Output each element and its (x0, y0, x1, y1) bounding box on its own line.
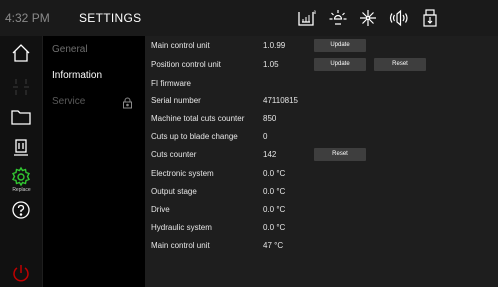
row-label: Serial number (151, 96, 201, 105)
info-row-electronic-system: Electronic system 0.0 °C (151, 166, 491, 182)
reset-cuts-counter-button[interactable]: Reset (314, 148, 366, 161)
row-value: 0.0 °C (263, 223, 286, 232)
usb-drive-icon[interactable] (420, 8, 440, 28)
row-label: Electronic system (151, 169, 214, 178)
row-value: 47 °C (263, 241, 284, 250)
sparkle-icon[interactable] (358, 8, 378, 28)
help-icon[interactable] (10, 199, 32, 221)
cut-mode-icon[interactable] (10, 76, 32, 98)
info-row-serial-number: Serial number 47110815 (151, 93, 491, 109)
settings-gear-icon[interactable] (10, 166, 32, 188)
info-row-output-stage: Output stage 0.0 °C (151, 184, 491, 200)
info-row-cuts-to-blade-change: Cuts up to blade change 0 (151, 129, 491, 145)
update-main-control-button[interactable]: Update (314, 39, 366, 52)
row-label: Position control unit (151, 60, 221, 69)
level-icon[interactable]: 8 (297, 8, 317, 28)
info-row-cuts-counter: Cuts counter 142 Reset (151, 147, 491, 163)
page-title: SETTINGS (79, 11, 142, 25)
settings-submenu: General Information Service (43, 36, 145, 287)
nav-rail: Replace (0, 36, 43, 287)
clock: 4:32 PM (5, 11, 50, 25)
lock-icon (122, 96, 133, 109)
svg-text:8: 8 (314, 10, 317, 15)
row-value: 142 (263, 150, 277, 159)
update-position-control-button[interactable]: Update (314, 58, 366, 71)
row-value: 0.0 °C (263, 205, 286, 214)
info-row-main-control-unit: Main control unit 1.0.99 Update (151, 38, 491, 54)
row-label: FI firmware (151, 79, 191, 88)
row-value: 1.05 (263, 60, 279, 69)
row-value: 47110815 (263, 96, 298, 105)
row-value: 0.0 °C (263, 187, 286, 196)
row-value: 0.0 °C (263, 169, 286, 178)
row-label: Drive (151, 205, 170, 214)
blade-replace-icon[interactable] (10, 138, 32, 160)
row-label: Cuts counter (151, 150, 197, 159)
row-label: Hydraulic system (151, 223, 212, 232)
submenu-item-general[interactable]: General (52, 44, 88, 55)
info-row-machine-total-cuts: Machine total cuts counter 850 (151, 111, 491, 127)
info-row-main-control-unit-temp: Main control unit 47 °C (151, 238, 491, 254)
row-label: Machine total cuts counter (151, 114, 245, 123)
row-value: 0 (263, 132, 268, 141)
submenu-item-information[interactable]: Information (52, 70, 102, 81)
row-value: 1.0.99 (263, 41, 286, 50)
volume-icon[interactable] (389, 8, 409, 28)
row-label: Cuts up to blade change (151, 132, 238, 141)
row-label: Main control unit (151, 41, 210, 50)
home-icon[interactable] (10, 42, 32, 64)
brightness-icon[interactable] (328, 8, 348, 28)
row-value: 850 (263, 114, 277, 123)
information-panel: Main control unit 1.0.99 Update Position… (145, 36, 498, 287)
info-row-fi-firmware: FI firmware (151, 76, 491, 92)
info-row-drive: Drive 0.0 °C (151, 202, 491, 218)
row-label: Main control unit (151, 241, 210, 250)
folder-icon[interactable] (10, 106, 32, 128)
top-bar: 4:32 PM SETTINGS 8 (0, 0, 498, 36)
row-label: Output stage (151, 187, 197, 196)
info-row-position-control-unit: Position control unit 1.05 Update Reset (151, 57, 491, 73)
info-row-hydraulic-system: Hydraulic system 0.0 °C (151, 220, 491, 236)
reset-position-control-button[interactable]: Reset (374, 58, 426, 71)
submenu-item-service[interactable]: Service (52, 96, 85, 107)
power-icon[interactable] (10, 262, 32, 284)
